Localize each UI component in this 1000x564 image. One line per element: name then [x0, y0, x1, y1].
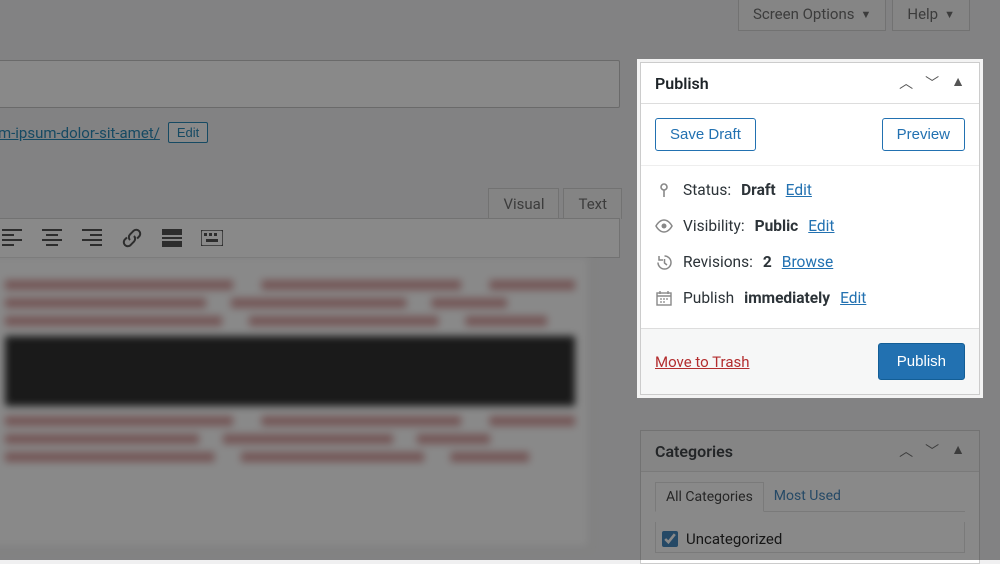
- move-to-trash-link[interactable]: Move to Trash: [655, 353, 749, 371]
- schedule-row: Publish immediately Edit: [655, 280, 965, 316]
- status-value: Draft: [741, 181, 776, 199]
- status-row: Status: Draft Edit: [655, 172, 965, 208]
- schedule-value: immediately: [744, 289, 830, 307]
- publish-panel: Publish ︿ ﹀ ▲ Save Draft Preview Status:…: [640, 62, 980, 395]
- schedule-label: Publish: [683, 289, 734, 307]
- visibility-label: Visibility:: [683, 217, 745, 235]
- chevron-up-icon[interactable]: ︿: [899, 73, 913, 93]
- save-draft-button[interactable]: Save Draft: [655, 118, 756, 151]
- publish-button[interactable]: Publish: [878, 343, 965, 380]
- visibility-edit-link[interactable]: Edit: [808, 217, 834, 235]
- triangle-up-icon[interactable]: ▲: [951, 73, 965, 93]
- revisions-label: Revisions:: [683, 253, 753, 271]
- chevron-down-icon[interactable]: ﹀: [925, 73, 939, 93]
- preview-button[interactable]: Preview: [882, 118, 965, 151]
- pin-icon: [655, 181, 673, 199]
- calendar-icon: [655, 289, 673, 307]
- revisions-count: 2: [763, 253, 772, 271]
- visibility-row: Visibility: Public Edit: [655, 208, 965, 244]
- revisions-row: Revisions: 2 Browse: [655, 244, 965, 280]
- revisions-browse-link[interactable]: Browse: [782, 253, 833, 271]
- status-edit-link[interactable]: Edit: [786, 181, 812, 199]
- schedule-edit-link[interactable]: Edit: [840, 289, 866, 307]
- eye-icon: [655, 217, 673, 235]
- publish-title: Publish: [655, 74, 709, 93]
- status-label: Status:: [683, 181, 731, 199]
- history-icon: [655, 253, 673, 271]
- visibility-value: Public: [755, 217, 799, 235]
